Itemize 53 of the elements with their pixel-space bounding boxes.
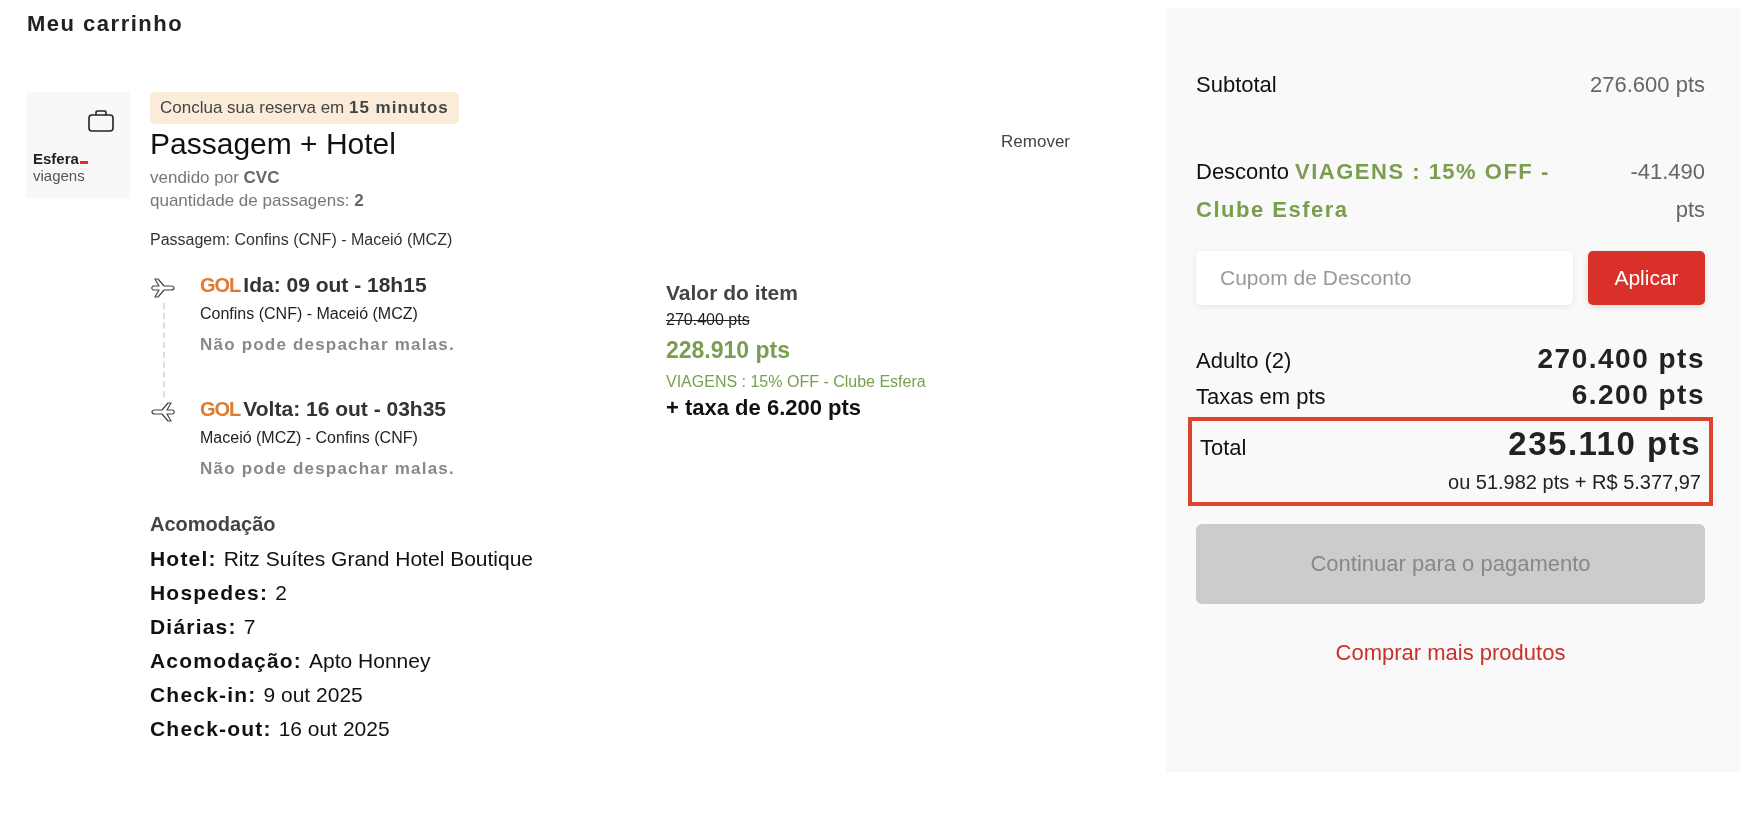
route-text: Passagem: Confins (CNF) - Maceió (MCZ) <box>150 231 454 249</box>
detail-label: Hospedes: <box>150 581 269 604</box>
total-label: Total <box>1200 435 1247 461</box>
seller-text: vendido por CVC <box>150 168 281 188</box>
detail-value: 9 out 2025 <box>263 683 363 706</box>
discount-text: Desconto VIAGENS : 15% OFF - Clube Esfera <box>1196 158 1551 224</box>
airline-logo: GOL <box>200 398 241 421</box>
detail-value: Apto Honney <box>309 649 431 672</box>
airplane-icon <box>150 401 176 423</box>
line-value: 270.400 pts <box>1537 343 1705 375</box>
discount-value: -41.490 pts <box>1629 158 1705 224</box>
apply-button[interactable]: Aplicar <box>1588 251 1705 305</box>
total-value: 235.110 pts <box>1508 425 1701 463</box>
fee-text: + taxa de 6.200 pts <box>666 395 863 421</box>
ticket-quantity: quantidade de passagens: 2 <box>150 191 365 211</box>
detail-label: Check-in: <box>150 683 257 706</box>
discounted-price: 228.910 pts <box>666 337 792 364</box>
suitcase-icon <box>88 110 114 132</box>
detail-value: 16 out 2025 <box>278 717 390 740</box>
section-heading: Acomodação <box>150 513 277 536</box>
flight-route: Maceió (MCZ) - Confins (CNF) <box>200 429 419 447</box>
promo-text: VIAGENS : 15% OFF - Clube Esfera <box>666 373 926 391</box>
line-value: 6.200 pts <box>1571 379 1705 411</box>
logo-subtitle: viagens <box>33 167 86 184</box>
price-label: Valor do item <box>666 281 799 305</box>
total-alternative: ou 51.982 pts + R$ 5.377,97 <box>1447 471 1701 494</box>
detail-value: Ritz Suítes Grand Hotel Boutique <box>223 547 534 570</box>
baggage-note: Não pode despachar malas. <box>200 459 455 479</box>
airplane-icon <box>150 277 176 299</box>
logo-brand-text: Esfera <box>33 150 79 167</box>
more-products-link[interactable]: Comprar mais produtos <box>1335 640 1566 666</box>
original-price: 270.400 pts <box>666 311 751 329</box>
item-title: Passagem + Hotel <box>150 127 397 161</box>
subtotal-label: Subtotal <box>1196 72 1277 98</box>
detail-label: Diárias: <box>150 615 237 638</box>
remove-link[interactable]: Remover <box>1001 132 1070 249</box>
flight-title: Volta: 16 out - 03h35 <box>243 397 446 421</box>
coupon-field[interactable]: Cupom de Desconto <box>1196 251 1573 305</box>
flight-title: Ida: 09 out - 18h15 <box>243 273 427 297</box>
reservation-timer: Conclua sua reserva em 15 minutos <box>150 92 459 124</box>
subtotal-value: 276.600 pts <box>1590 72 1705 98</box>
page-title: Meu carrinho <box>27 11 185 37</box>
airline-logo: GOL <box>200 274 241 297</box>
line-label: Taxas em pts <box>1196 384 1326 410</box>
flight-route: Confins (CNF) - Maceió (MCZ) <box>200 305 419 323</box>
detail-label: Acomodação: <box>150 649 303 672</box>
detail-value: 7 <box>243 615 256 638</box>
detail-label: Hotel: <box>150 547 217 570</box>
line-label: Adulto (2) <box>1196 348 1292 374</box>
baggage-note: Não pode despachar malas. <box>200 335 455 355</box>
detail-label: Check-out: <box>150 717 272 740</box>
logo-dash-icon <box>79 161 88 164</box>
detail-value: 2 <box>275 581 287 604</box>
